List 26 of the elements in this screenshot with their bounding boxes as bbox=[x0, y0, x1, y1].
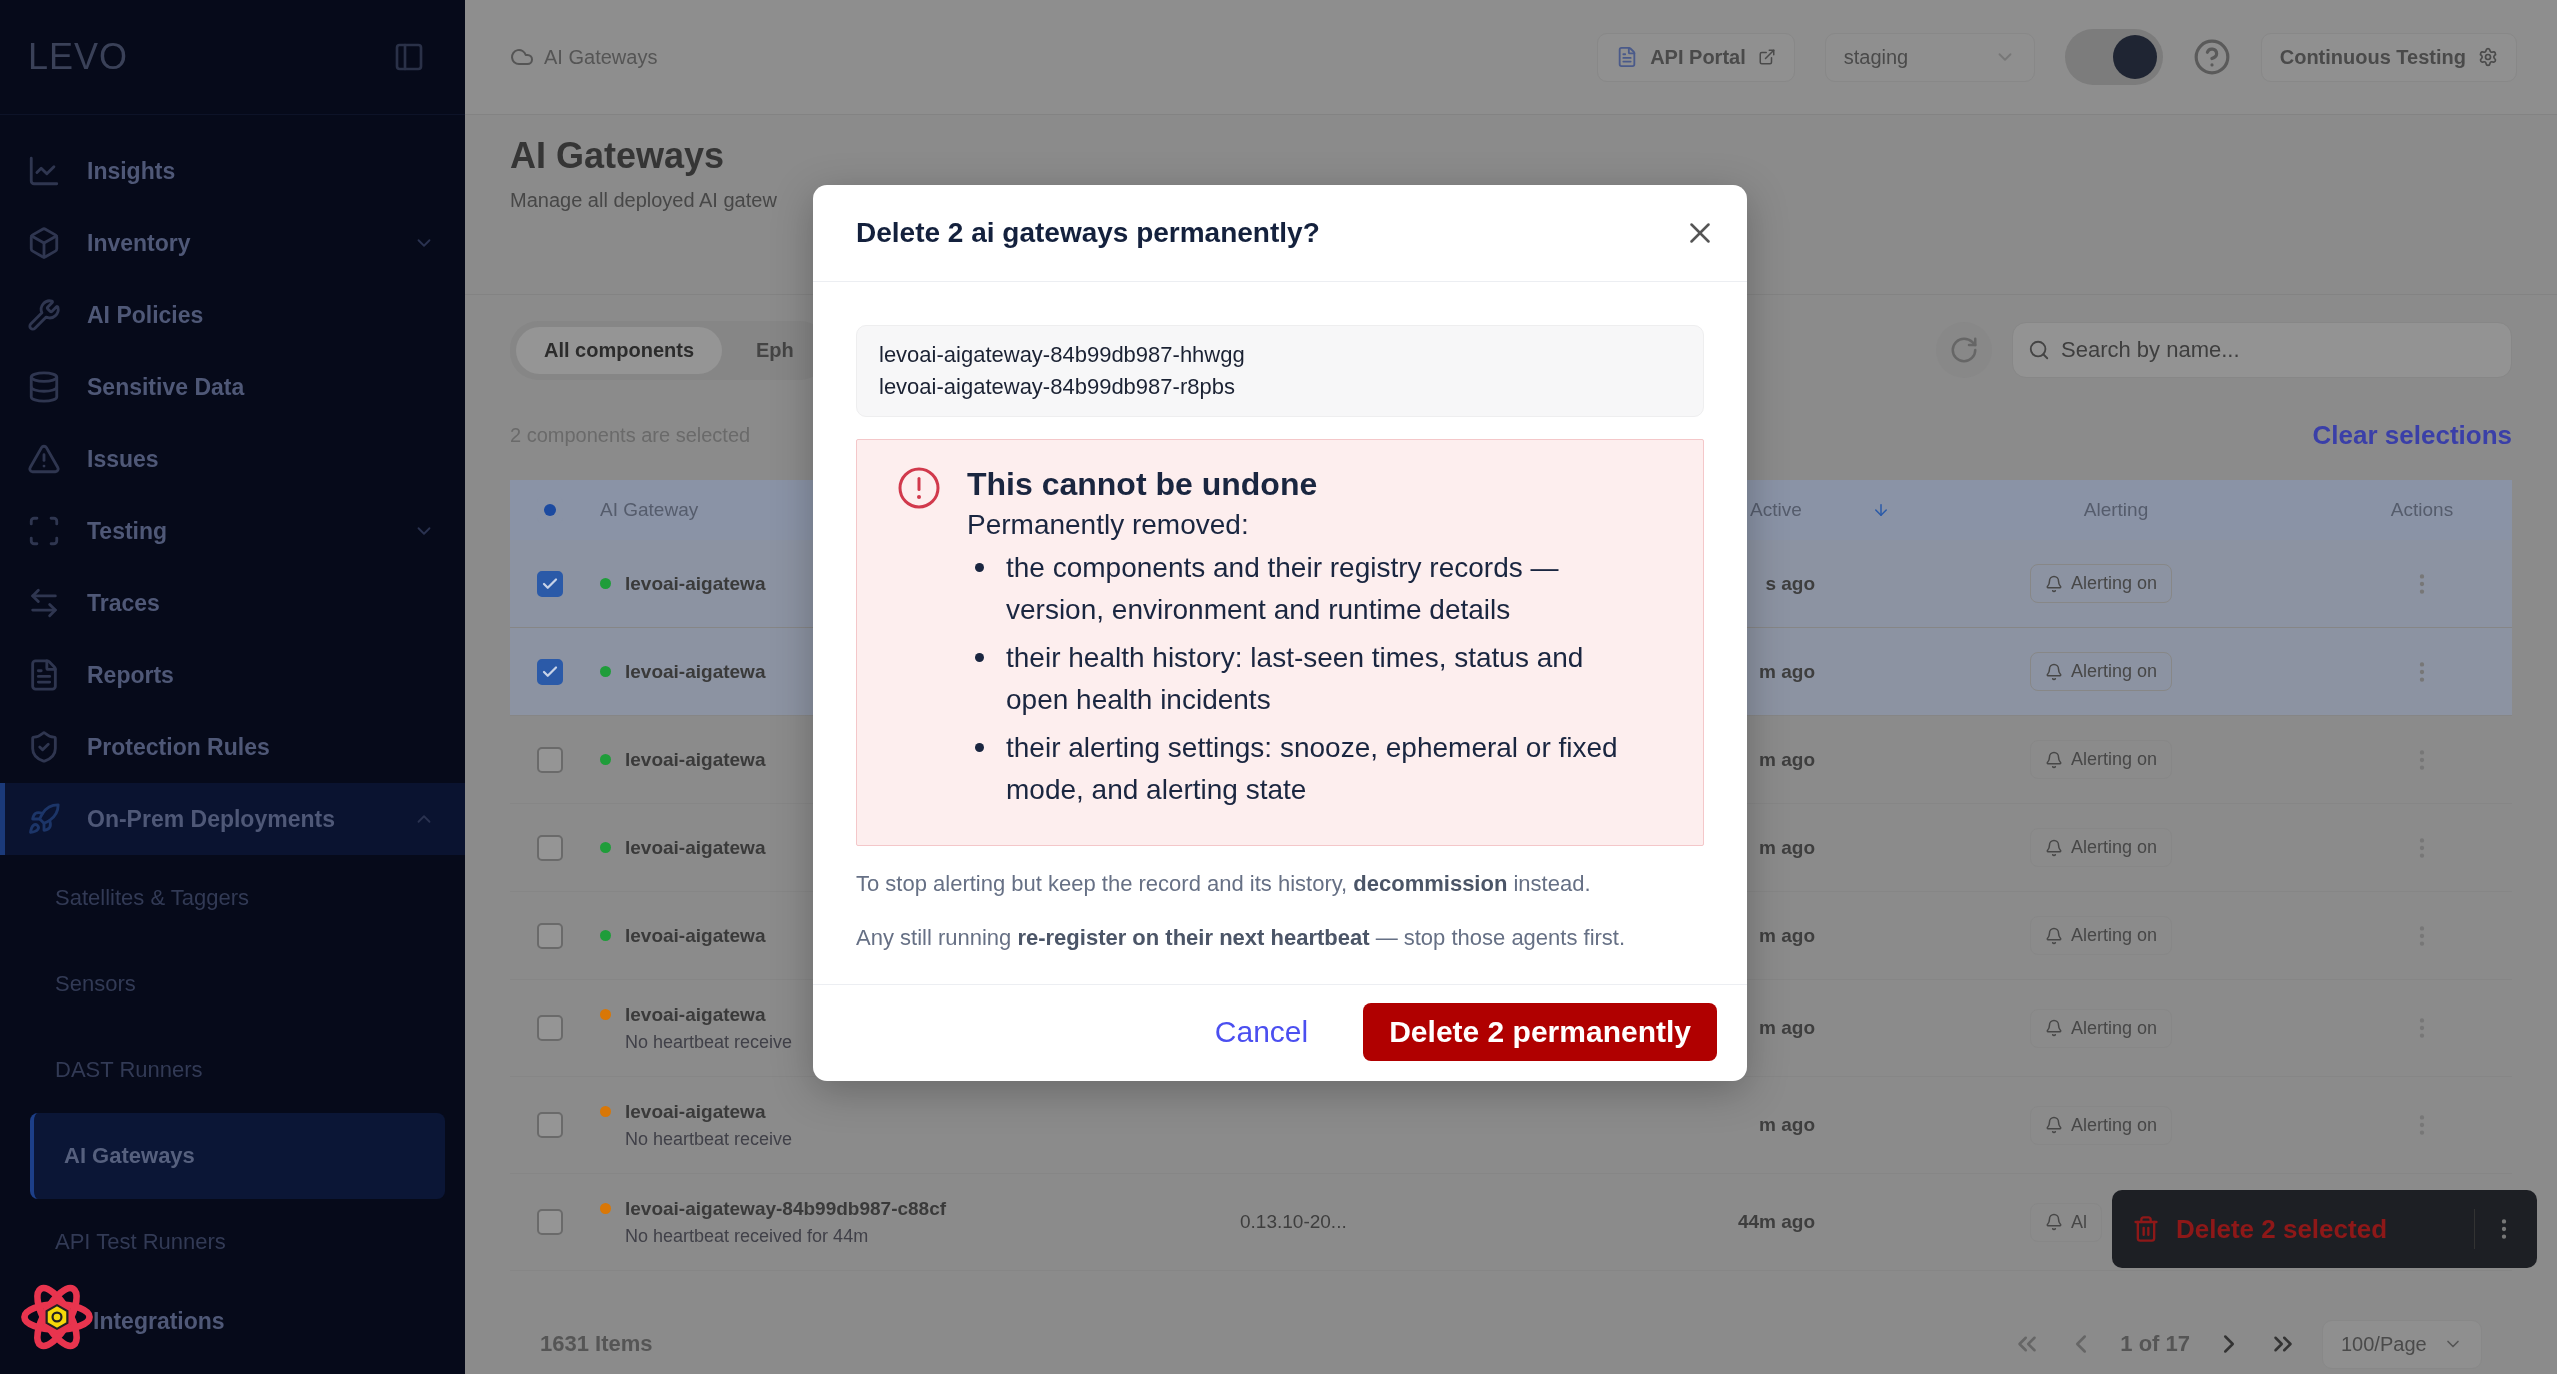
dialog-title: Delete 2 ai gateways permanently? bbox=[856, 217, 1320, 249]
page-subtitle: Manage all deployed AI gatew bbox=[510, 189, 778, 212]
last-active-time: m ago bbox=[1759, 836, 1815, 859]
warning-title: This cannot be undone bbox=[967, 466, 1319, 503]
heartbeat-note: No heartbeat received for 44m bbox=[624, 1225, 870, 1247]
column-header: Alerting bbox=[2083, 499, 2149, 521]
warning-lead: Permanently removed: bbox=[967, 509, 1250, 541]
last-active-time: s ago bbox=[1765, 572, 1815, 595]
last-active-time: m ago bbox=[1759, 748, 1815, 771]
last-active-time: m ago bbox=[1759, 660, 1815, 683]
column-header: AI Gateway bbox=[600, 499, 699, 521]
last-active-time: m ago bbox=[1759, 1017, 1815, 1039]
last-active-time: 44m ago bbox=[1737, 1211, 1815, 1233]
column-header: Actions bbox=[2390, 499, 2454, 521]
warning-item: their alerting settings: snooze, ephemeral or fixed mode, and alerting state bbox=[1006, 731, 1619, 807]
gateway-name: levoai-aigateway-84b99db987-hhwgg bbox=[879, 342, 1246, 368]
dialog-note: To stop alerting but keep the record and its history, decommission instead. bbox=[856, 870, 1592, 898]
dialog-note: Any still running re-register on their next heartbeat — stop those agents first. bbox=[856, 924, 1627, 952]
last-active-time: m ago bbox=[1759, 924, 1815, 947]
heartbeat-note: No heartbeat receive bbox=[624, 1128, 793, 1150]
heartbeat-note: No heartbeat receive bbox=[624, 1031, 793, 1053]
version-text: 0.13.10-20... bbox=[1240, 1211, 1347, 1233]
gateway-name: levoai-aigateway-84b99db987-r8pbs bbox=[879, 374, 1236, 400]
logo: LEVO bbox=[28, 36, 129, 78]
page-title: AI Gateways bbox=[510, 135, 726, 177]
last-active-time: m ago bbox=[1759, 1114, 1815, 1136]
